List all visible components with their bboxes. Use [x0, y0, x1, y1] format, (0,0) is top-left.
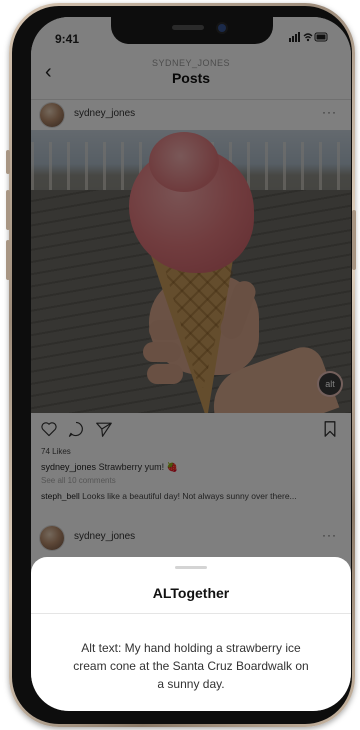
alt-text-bottom-sheet: ALTogether Alt text: My hand holding a s…: [31, 557, 351, 711]
front-camera: [218, 24, 226, 32]
alt-text-description: Alt text: My hand holding a strawberry i…: [73, 641, 309, 691]
sheet-grabber[interactable]: [175, 566, 207, 569]
side-button-mute: [6, 150, 10, 174]
phone-screen: 9:41 ‹ SYDNEY_JONES Posts sydney_jones ·…: [31, 17, 351, 711]
side-button-volume-down: [6, 240, 10, 280]
notch: [111, 17, 273, 44]
side-button-power: [352, 210, 356, 270]
sheet-divider: [31, 613, 351, 614]
sheet-title: ALTogether: [152, 585, 230, 601]
speaker: [172, 25, 204, 30]
side-button-volume-up: [6, 190, 10, 230]
